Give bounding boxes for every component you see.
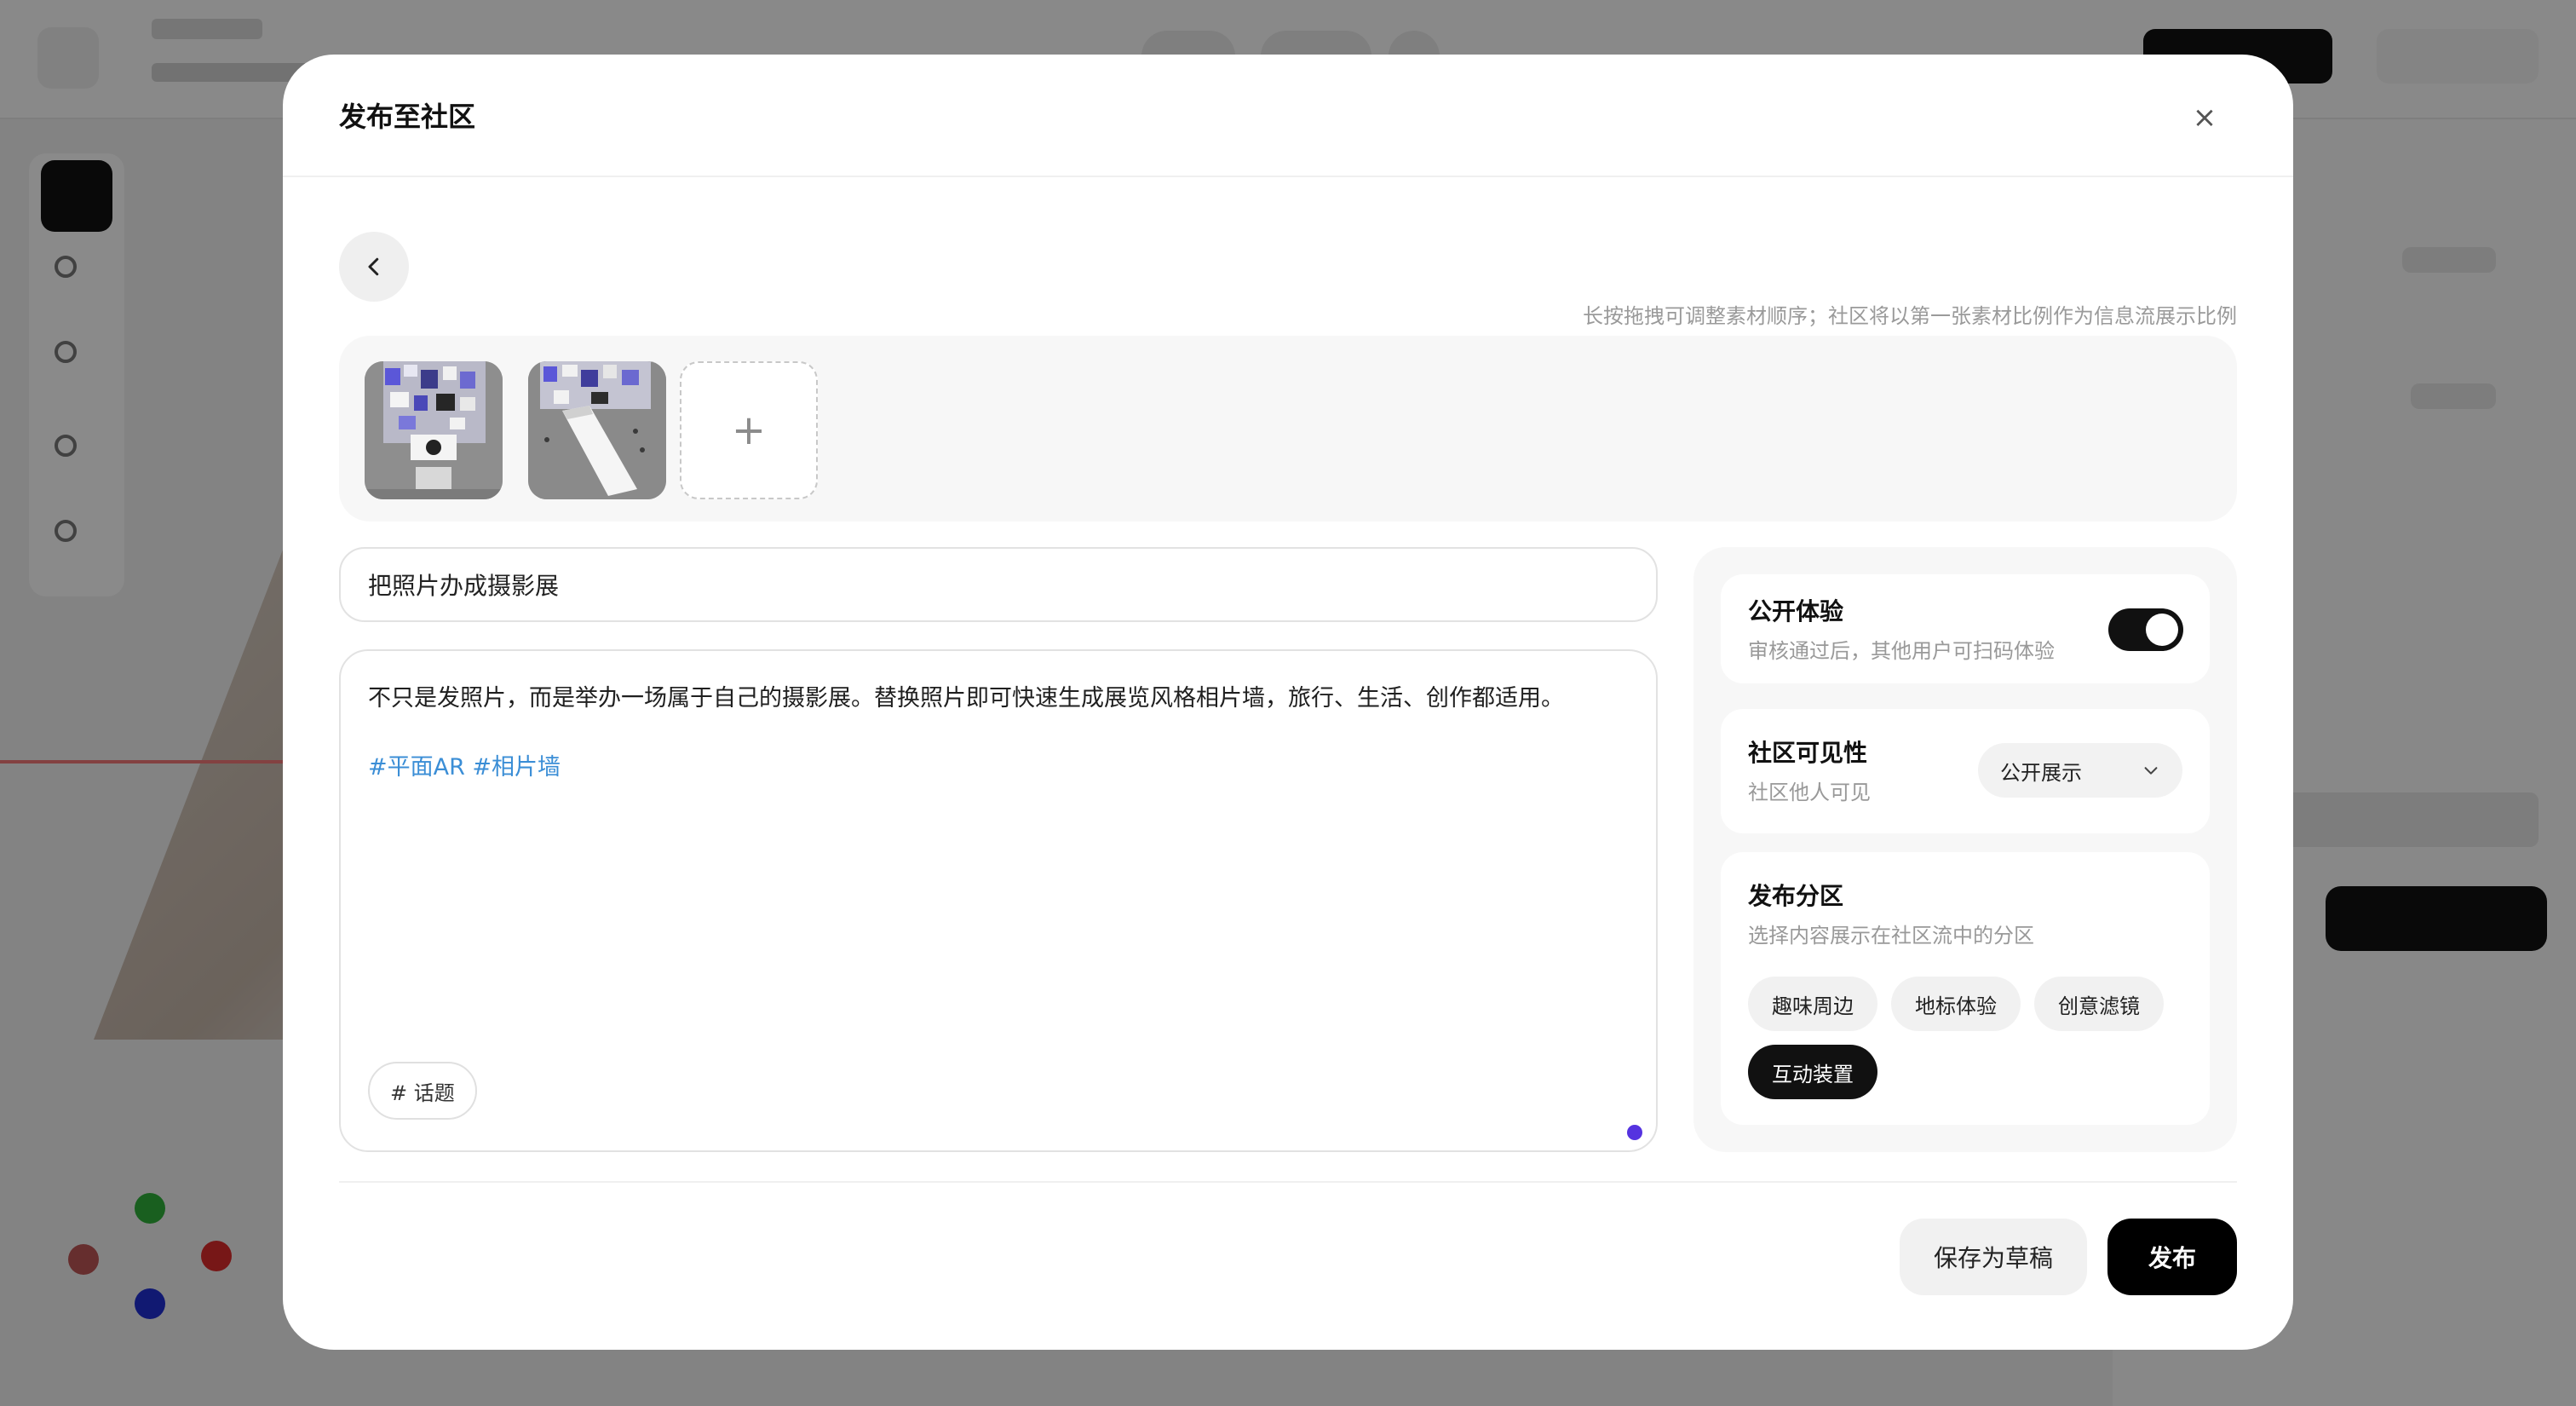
toggle-knob — [2146, 614, 2178, 646]
chevron-left-icon — [368, 257, 379, 276]
publish-button[interactable]: 发布 — [2107, 1219, 2237, 1295]
description-text: 不只是发照片，而是举办一场属于自己的摄影展。替换照片即可快速生成展览风格相片墙，… — [368, 685, 1564, 712]
media-strip: + — [339, 336, 2237, 521]
visibility-card: 社区可见性 社区他人可见 公开展示 — [1721, 709, 2210, 833]
public-experience-card: 公开体验 审核通过后，其他用户可扫码体验 — [1721, 574, 2210, 683]
photo-wall-image-2 — [528, 361, 666, 499]
title-input-value: 把照片办成摄影展 — [368, 572, 560, 600]
public-experience-toggle[interactable] — [2108, 608, 2183, 651]
status-indicator-dot — [1627, 1125, 1642, 1140]
visibility-subtitle: 社区他人可见 — [1748, 781, 1871, 804]
close-icon: × — [2192, 101, 2217, 135]
section-subtitle: 选择内容展示在社区流中的分区 — [1748, 924, 2034, 948]
visibility-selected-value: 公开展示 — [2000, 760, 2082, 785]
section-chip-creative-filter[interactable]: 创意滤镜 — [2034, 977, 2164, 1031]
section-chip-interactive-installation[interactable]: 互动装置 — [1748, 1045, 1877, 1099]
media-thumbnail-2[interactable] — [528, 361, 666, 499]
public-experience-subtitle: 审核通过后，其他用户可扫码体验 — [1748, 639, 2055, 663]
photo-wall-image-1 — [365, 361, 503, 499]
visibility-select[interactable]: 公开展示 — [1978, 743, 2182, 798]
section-card: 发布分区 选择内容展示在社区流中的分区 趣味周边 地标体验 创意滤镜 互动装置 — [1721, 852, 2210, 1125]
back-button[interactable] — [339, 232, 409, 302]
visibility-title: 社区可见性 — [1748, 739, 1868, 767]
media-order-hint: 长按拖拽可调整素材顺序；社区将以第一张素材比例作为信息流展示比例 — [1583, 304, 2237, 328]
section-title: 发布分区 — [1748, 882, 1844, 910]
section-chip-fun-merch[interactable]: 趣味周边 — [1748, 977, 1877, 1031]
section-chip-landmark[interactable]: 地标体验 — [1891, 977, 2021, 1031]
footer-divider — [339, 1181, 2237, 1183]
dialog-header: 发布至社区 × — [283, 55, 2293, 177]
description-hashtags[interactable]: #平面AR #相片墙 — [368, 748, 561, 781]
chevron-down-icon — [2144, 767, 2158, 775]
description-textarea[interactable]: 不只是发照片，而是举办一场属于自己的摄影展。替换照片即可快速生成展览风格相片墙，… — [339, 649, 1658, 1152]
settings-panel: 公开体验 审核通过后，其他用户可扫码体验 社区可见性 社区他人可见 公开展示 发… — [1693, 547, 2237, 1152]
media-thumbnail-1[interactable] — [365, 361, 503, 499]
dialog-title: 发布至社区 — [339, 101, 476, 133]
add-media-button[interactable]: + — [680, 361, 818, 499]
plus-icon: + — [731, 406, 767, 454]
title-input[interactable]: 把照片办成摄影展 — [339, 547, 1658, 622]
public-experience-title: 公开体验 — [1748, 597, 1844, 625]
add-topic-button[interactable]: # 话题 — [368, 1062, 477, 1120]
close-button[interactable]: × — [2184, 97, 2225, 138]
save-draft-button[interactable]: 保存为草稿 — [1900, 1219, 2087, 1295]
publish-dialog: 发布至社区 × 长按拖拽可调整素材顺序；社区将以第一张素材比例作为信息流展示比例 — [283, 55, 2293, 1350]
